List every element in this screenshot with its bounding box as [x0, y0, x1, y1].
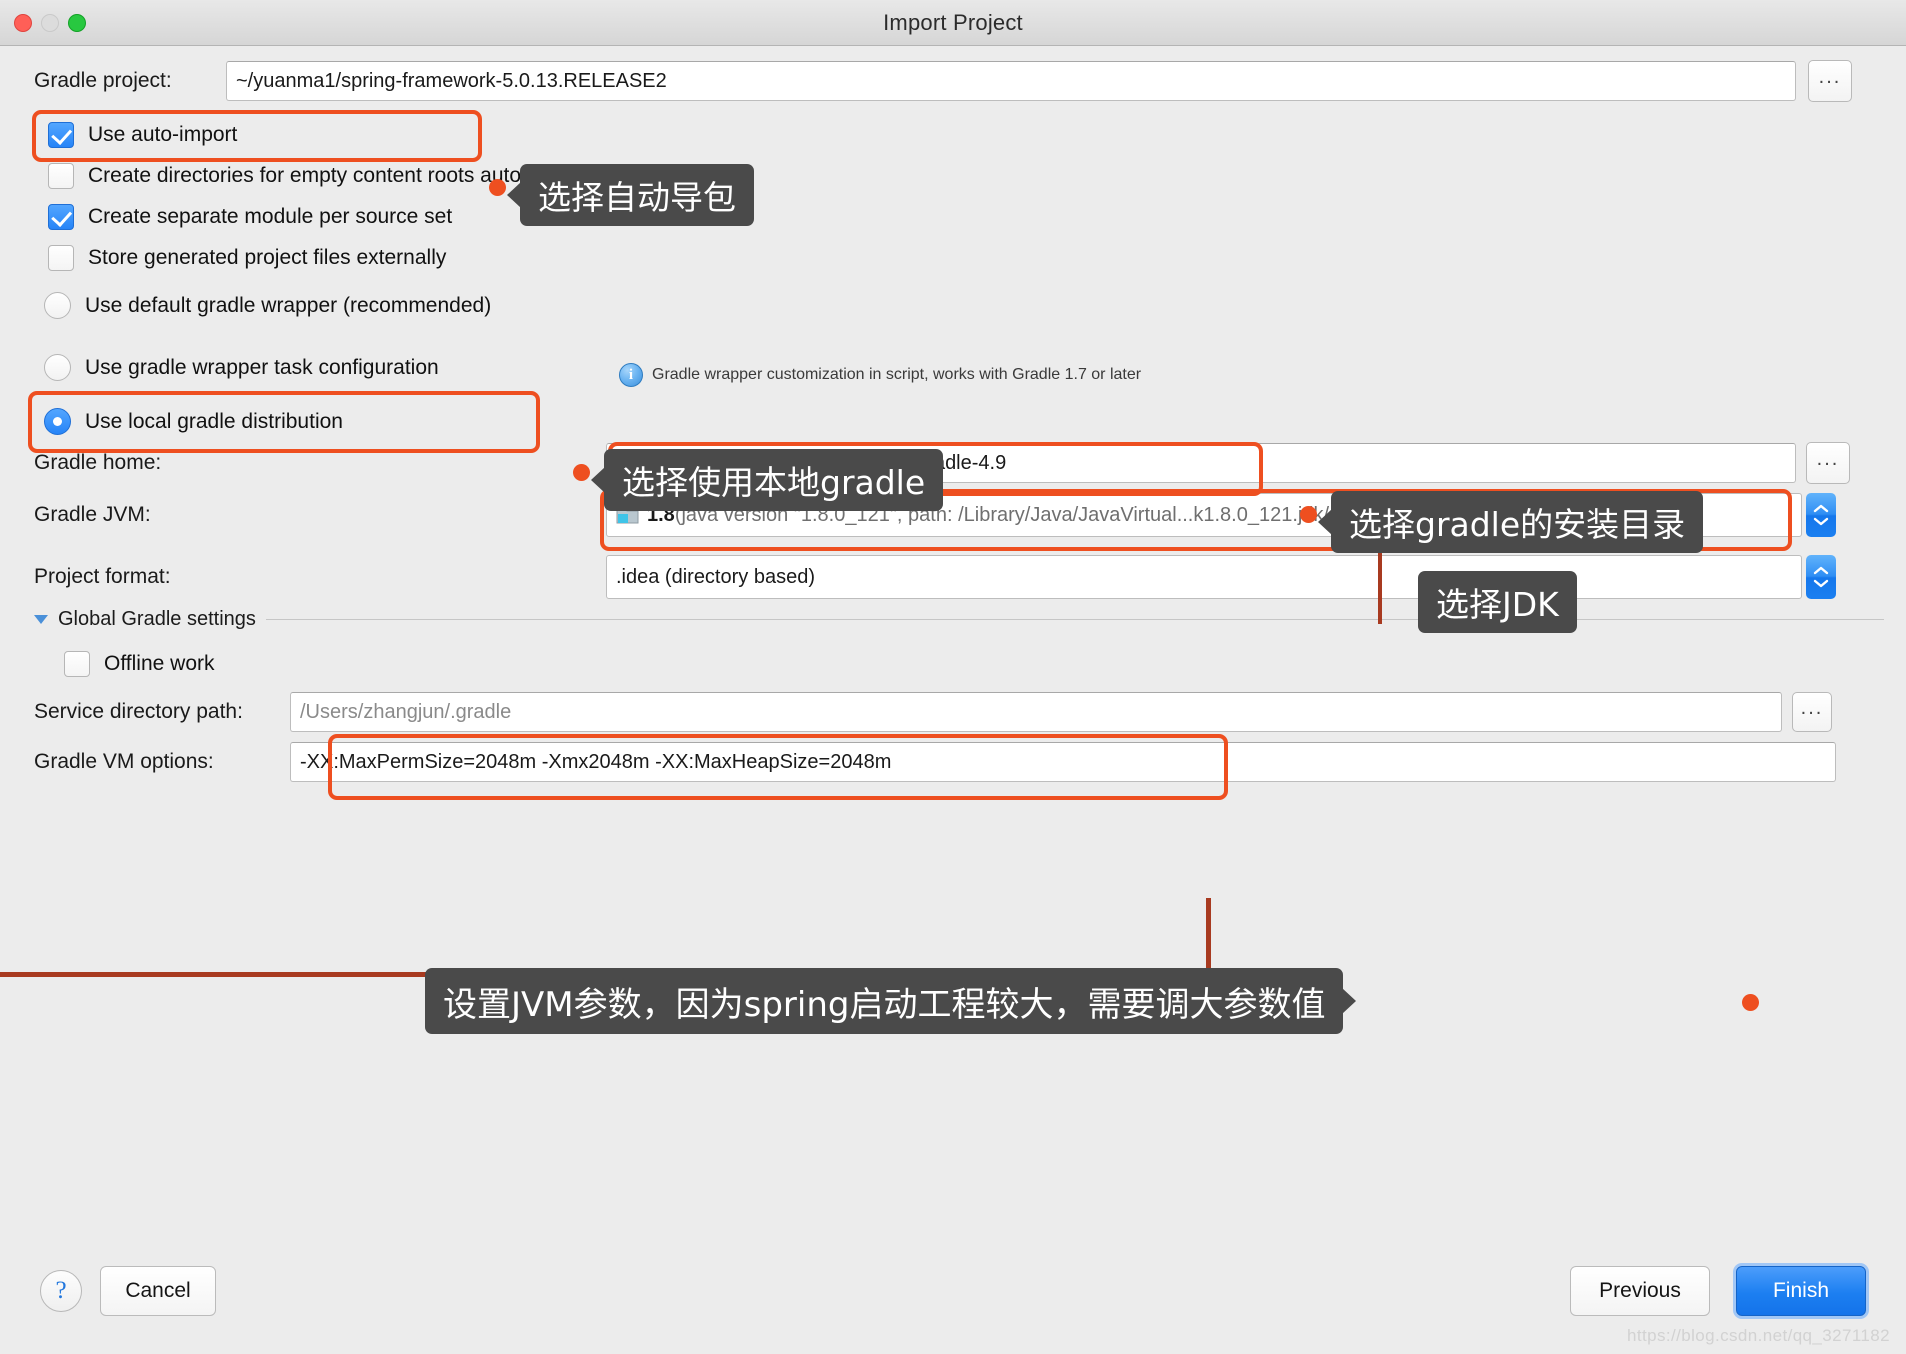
gradle-vm-options-input[interactable]: -XX:MaxPermSize=2048m -Xmx2048m -XX:MaxH… [290, 742, 1836, 782]
option-store-externally[interactable]: Store generated project files externally [48, 245, 446, 271]
checkbox-separate-module[interactable] [48, 204, 74, 230]
annotation-select-jdk: 选择JDK [1418, 571, 1577, 633]
project-format-label: Project format: [34, 565, 171, 588]
service-directory-label: Service directory path: [34, 700, 243, 723]
radio-label: Use gradle wrapper task configuration [85, 355, 439, 379]
gradle-vm-options-label: Gradle VM options: [34, 750, 214, 773]
project-format-combobox[interactable]: .idea (directory based) [606, 555, 1802, 599]
gradle-project-browse-button[interactable]: ... [1808, 60, 1852, 102]
radio-label: Use local gradle distribution [85, 409, 343, 433]
service-directory-row: Service directory path: /Users/zhangjun/… [34, 692, 1874, 732]
tooltip-arrow [507, 182, 521, 208]
annotation-bullet-local-gradle [573, 464, 590, 481]
annotation-text: 选择gradle的安装目录 [1349, 505, 1686, 544]
tooltip-arrow [1318, 509, 1332, 535]
checkbox-store-externally[interactable] [48, 245, 74, 271]
gradle-vm-options-row: Gradle VM options: -XX:MaxPermSize=2048m… [34, 742, 1874, 782]
gradle-home-label: Gradle home: [34, 451, 162, 474]
annotation-bullet-gradle-dir [1300, 506, 1317, 523]
gradle-wrapper-hint: i Gradle wrapper customization in script… [619, 363, 1141, 387]
checkbox-create-directories[interactable] [48, 163, 74, 189]
info-icon: i [619, 363, 643, 387]
annotation-auto-import: 选择自动导包 [507, 164, 754, 226]
option-use-auto-import[interactable]: Use auto-import [48, 122, 237, 148]
option-separate-module[interactable]: Create separate module per source set [48, 204, 452, 230]
radio-use-default-gradle-wrapper[interactable] [44, 292, 71, 319]
cancel-button[interactable]: Cancel [100, 1266, 216, 1316]
radio-label: Use default gradle wrapper (recommended) [85, 293, 492, 317]
vm-annotation-connector-v [1206, 898, 1211, 976]
help-button[interactable]: ? [40, 1270, 82, 1312]
annotation-text: 选择JDK [1436, 585, 1559, 624]
service-directory-input[interactable]: /Users/zhangjun/.gradle [290, 692, 1782, 732]
option-label: Store generated project files externally [88, 246, 447, 269]
dialog-footer: ? Cancel Previous Finish https://blog.cs… [0, 1244, 1906, 1354]
radio-use-gradle-wrapper-task-configuration[interactable] [44, 354, 71, 381]
gradle-home-row: Gradle home: /Users/zhangjun/softinstall… [34, 442, 1874, 484]
option-label: Use auto-import [88, 123, 238, 146]
annotation-bullet-auto-import [489, 179, 506, 196]
finish-button[interactable]: Finish [1736, 1266, 1866, 1316]
offline-work-label: Offline work [104, 652, 215, 675]
chevron-down-icon[interactable] [34, 615, 48, 624]
annotation-text: 选择自动导包 [538, 178, 736, 217]
option-label: Create separate module per source set [88, 205, 453, 228]
chevron-up-icon[interactable] [1813, 504, 1829, 513]
gradle-project-label: Gradle project: [34, 69, 172, 92]
minimize-button[interactable] [41, 14, 59, 32]
option-offline-work[interactable]: Offline work [64, 651, 215, 677]
gradle-jvm-label: Gradle JVM: [34, 503, 151, 526]
section-divider [265, 619, 1884, 620]
gradle-home-browse-button[interactable]: ... [1806, 442, 1850, 484]
window-title: Import Project [883, 9, 1023, 35]
global-gradle-settings-label: Global Gradle settings [58, 608, 256, 630]
window-title-bar: Import Project [0, 0, 1906, 46]
annotation-gradle-dir: 选择gradle的安装目录 [1318, 491, 1704, 553]
watermark: https://blog.csdn.net/qq_3271182 [1627, 1326, 1890, 1345]
project-format-spinner[interactable] [1806, 555, 1836, 599]
chevron-up-icon[interactable] [1813, 566, 1829, 575]
zoom-button[interactable] [68, 14, 86, 32]
annotation-local-gradle: 选择使用本地gradle [591, 449, 944, 511]
annotation-text: 设置JVM参数，因为spring启动工程较大，需要调大参数值 [443, 984, 1326, 1025]
tooltip-arrow [1342, 988, 1357, 1014]
radio-use-local-gradle-distribution[interactable] [44, 408, 71, 435]
checkbox-use-auto-import[interactable] [48, 122, 74, 148]
dialog-body: Gradle project: ~/yuanma1/spring-framewo… [0, 46, 1906, 1354]
annotation-bullet-vm-options [1742, 994, 1759, 1011]
gradle-jvm-spinner[interactable] [1806, 493, 1836, 537]
window-controls[interactable] [14, 0, 86, 46]
chevron-down-icon[interactable] [1813, 579, 1829, 588]
radio-row-default-wrapper[interactable]: Use default gradle wrapper (recommended) [44, 292, 491, 319]
jdk-annotation-connector [1378, 546, 1382, 624]
radio-row-wrapper-task[interactable]: Use gradle wrapper task configuration [44, 354, 439, 381]
close-button[interactable] [14, 14, 32, 32]
annotation-text: 选择使用本地gradle [622, 463, 926, 502]
annotation-vm-options: 设置JVM参数，因为spring启动工程较大，需要调大参数值 [425, 968, 1357, 1034]
gradle-project-row: Gradle project: ~/yuanma1/spring-framewo… [34, 60, 1874, 102]
project-format-row: Project format: .idea (directory based) [34, 555, 1874, 599]
checkbox-offline-work[interactable] [64, 651, 90, 677]
global-gradle-settings-section[interactable]: Global Gradle settings [34, 608, 1884, 631]
chevron-down-icon[interactable] [1813, 517, 1829, 526]
previous-button[interactable]: Previous [1570, 1266, 1710, 1316]
service-directory-browse-button[interactable]: ... [1792, 692, 1832, 732]
radio-row-local-distribution[interactable]: Use local gradle distribution [44, 408, 343, 435]
tooltip-arrow [591, 467, 605, 493]
gradle-wrapper-hint-text: Gradle wrapper customization in script, … [652, 366, 1142, 383]
gradle-project-input[interactable]: ~/yuanma1/spring-framework-5.0.13.RELEAS… [226, 61, 1796, 101]
